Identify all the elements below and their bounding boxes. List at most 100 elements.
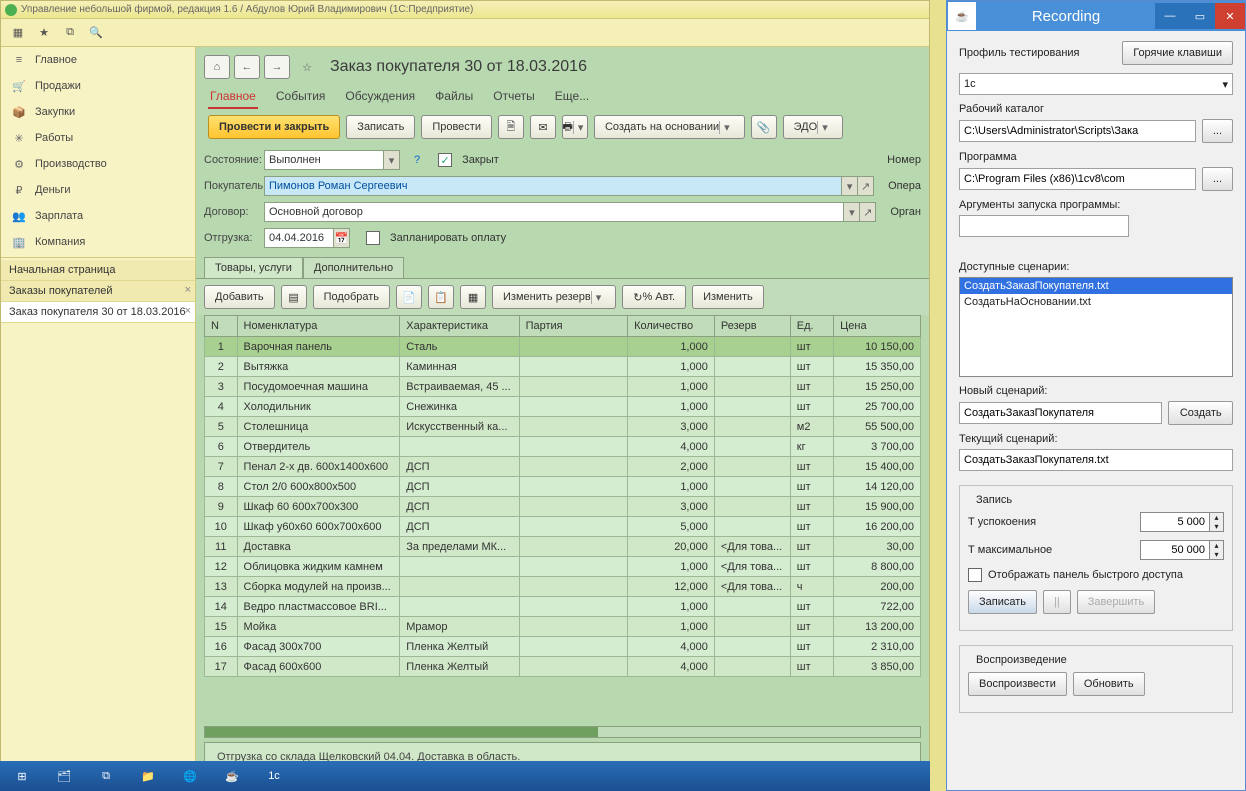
pause-button[interactable]: || — [1043, 590, 1071, 614]
table-row[interactable]: 11ДоставкаЗа пределами МК...20,000<Для т… — [205, 537, 921, 557]
horizontal-scrollbar[interactable] — [204, 726, 921, 738]
maximize-button[interactable]: ▭ — [1185, 3, 1215, 29]
sub-tab[interactable]: Дополнительно — [303, 257, 404, 278]
hotkeys-button[interactable]: Горячие клавиши — [1122, 41, 1233, 65]
taskbar-button[interactable]: 🌐 — [170, 762, 210, 790]
taskbar-button[interactable]: 📁 — [128, 762, 168, 790]
args-input[interactable] — [959, 215, 1129, 237]
column-header[interactable]: Ед. — [790, 316, 833, 337]
sidebar-item[interactable]: 👥Зарплата — [1, 203, 195, 229]
minimize-button[interactable]: — — [1155, 3, 1185, 29]
plan-payment-checkbox[interactable]: ✓ — [366, 231, 380, 245]
close-icon[interactable]: × — [185, 305, 191, 317]
table-row[interactable]: 10Шкаф у60х60 600х700х600ДСП5,000шт16 20… — [205, 517, 921, 537]
items-grid[interactable]: NНоменклатураХарактеристикаПартияКоличес… — [204, 315, 921, 726]
scenario-item[interactable]: СоздатьНаОсновании.txt — [960, 294, 1232, 310]
taskbar-button[interactable]: ⧉ — [86, 762, 126, 790]
page-tab[interactable]: Файлы — [433, 85, 475, 109]
search-icon[interactable]: 🔍 — [87, 24, 105, 42]
pct-auto-button[interactable]: ↻ % Авт. — [622, 285, 686, 309]
column-header[interactable]: Номенклатура — [237, 316, 400, 337]
shipment-date-input[interactable]: 04.04.2016 — [264, 228, 334, 248]
sidebar-item[interactable]: ₽Деньги — [1, 177, 195, 203]
page-tab[interactable]: Еще... — [553, 85, 591, 109]
close-button[interactable]: ✕ — [1215, 3, 1245, 29]
pick-button[interactable]: Подобрать — [313, 285, 390, 309]
copy-icon[interactable]: ⧉ — [61, 24, 79, 42]
table-row[interactable]: 7Пенал 2-х дв. 600х1400х600ДСП2,000шт15 … — [205, 457, 921, 477]
paste-rows-button[interactable]: 📋 — [428, 285, 454, 309]
open-icon[interactable]: ↗ — [860, 202, 876, 222]
write-button[interactable]: Записать — [346, 115, 415, 139]
change-button[interactable]: Изменить — [692, 285, 764, 309]
sidebar-item[interactable]: ≡Главное — [1, 47, 195, 73]
sidebar-item[interactable]: ✳Работы — [1, 125, 195, 151]
table-row[interactable]: 3Посудомоечная машинаВстраиваемая, 45 ..… — [205, 377, 921, 397]
page-tab[interactable]: Отчеты — [491, 85, 536, 109]
closed-checkbox[interactable]: ✓ — [438, 153, 452, 167]
table-row[interactable]: 17Фасад 600х600Пленка Желтый4,000шт3 850… — [205, 657, 921, 677]
table-row[interactable]: 12Облицовка жидким камнем1,000<Для това.… — [205, 557, 921, 577]
finish-button[interactable]: Завершить — [1077, 590, 1155, 614]
new-scenario-input[interactable] — [959, 402, 1162, 424]
chevron-down-icon[interactable]: ▾ — [842, 176, 858, 196]
chevron-down-icon[interactable]: ▾ — [844, 202, 860, 222]
refresh-button[interactable]: Обновить — [1073, 672, 1145, 696]
workdir-input[interactable] — [959, 120, 1196, 142]
contract-input[interactable]: Основной договор — [264, 202, 844, 222]
edo-dropdown[interactable]: ЭДО▾ — [783, 115, 843, 139]
table-row[interactable]: 5СтолешницаИскусственный ка...3,000м255 … — [205, 417, 921, 437]
apps-icon[interactable]: ▦ — [9, 24, 27, 42]
page-tab[interactable]: Главное — [208, 85, 258, 109]
profile-select[interactable]: 1с▾ — [959, 73, 1233, 95]
page-tab[interactable]: Обсуждения — [343, 85, 417, 109]
table-row[interactable]: 13Сборка модулей на произв...12,000<Для … — [205, 577, 921, 597]
column-header[interactable]: Резерв — [714, 316, 790, 337]
open-tab-item[interactable]: Заказ покупателя 30 от 18.03.2016× — [1, 302, 195, 323]
favorite-icon[interactable]: ☆ — [294, 55, 320, 79]
table-row[interactable]: 1Варочная панельСталь1,000шт10 150,00 — [205, 337, 921, 357]
post-and-close-button[interactable]: Провести и закрыть — [208, 115, 340, 139]
table-row[interactable]: 14Ведро пластмассовое BRI...1,000шт722,0… — [205, 597, 921, 617]
copy-rows-button[interactable]: 📄 — [396, 285, 422, 309]
doc-icon-button[interactable]: 🗎 — [498, 115, 524, 139]
scenario-item[interactable]: СоздатьЗаказПокупателя.txt — [960, 278, 1232, 294]
create-button[interactable]: Создать — [1168, 401, 1233, 425]
print-dropdown[interactable]: 🖶▾ — [562, 115, 588, 139]
play-button[interactable]: Воспроизвести — [968, 672, 1067, 696]
buyer-input[interactable]: Пимонов Роман Сергеевич — [264, 176, 842, 196]
open-tab-item[interactable]: Начальная страница — [1, 260, 195, 281]
t-max-input[interactable]: ▴▾ — [1140, 540, 1224, 560]
sidebar-item[interactable]: 🏢Компания — [1, 229, 195, 255]
table-row[interactable]: 9Шкаф 60 600х700х300ДСП3,000шт15 900,00 — [205, 497, 921, 517]
table-row[interactable]: 2ВытяжкаКаминная1,000шт15 350,00 — [205, 357, 921, 377]
chevron-down-icon[interactable]: ▾ — [384, 150, 400, 170]
column-header[interactable]: Характеристика — [400, 316, 519, 337]
table-row[interactable]: 8Стол 2/0 600х800х500ДСП1,000шт14 120,00 — [205, 477, 921, 497]
table-row[interactable]: 6Отвердитель4,000кг3 700,00 — [205, 437, 921, 457]
taskbar-button[interactable]: 1c — [254, 762, 294, 790]
open-icon[interactable]: ↗ — [858, 176, 874, 196]
sidebar-item[interactable]: ⚙Производство — [1, 151, 195, 177]
taskbar-button[interactable]: ⊞ — [2, 762, 42, 790]
change-reserve-dropdown[interactable]: Изменить резерв▾ — [492, 285, 616, 309]
column-header[interactable]: Партия — [519, 316, 627, 337]
column-header[interactable]: Количество — [628, 316, 715, 337]
program-input[interactable] — [959, 168, 1196, 190]
workdir-browse-button[interactable]: ... — [1202, 119, 1233, 143]
show-qa-checkbox[interactable]: ✓ — [968, 568, 982, 582]
grid-icon-button[interactable]: ▦ — [460, 285, 486, 309]
t-settle-input[interactable]: ▴▾ — [1140, 512, 1224, 532]
attach-button[interactable]: 📎 — [751, 115, 777, 139]
record-button[interactable]: Записать — [968, 590, 1037, 614]
add-button[interactable]: Добавить — [204, 285, 275, 309]
column-header[interactable]: Цена — [834, 316, 921, 337]
taskbar-button[interactable]: 🗂 — [44, 762, 84, 790]
home-button[interactable]: ⌂ — [204, 55, 230, 79]
open-tab-item[interactable]: Заказы покупателей× — [1, 281, 195, 302]
back-button[interactable]: ← — [234, 55, 260, 79]
program-browse-button[interactable]: ... — [1202, 167, 1233, 191]
calendar-icon[interactable]: 📅 — [334, 228, 350, 248]
sidebar-item[interactable]: 🛒Продажи — [1, 73, 195, 99]
forward-button[interactable]: → — [264, 55, 290, 79]
